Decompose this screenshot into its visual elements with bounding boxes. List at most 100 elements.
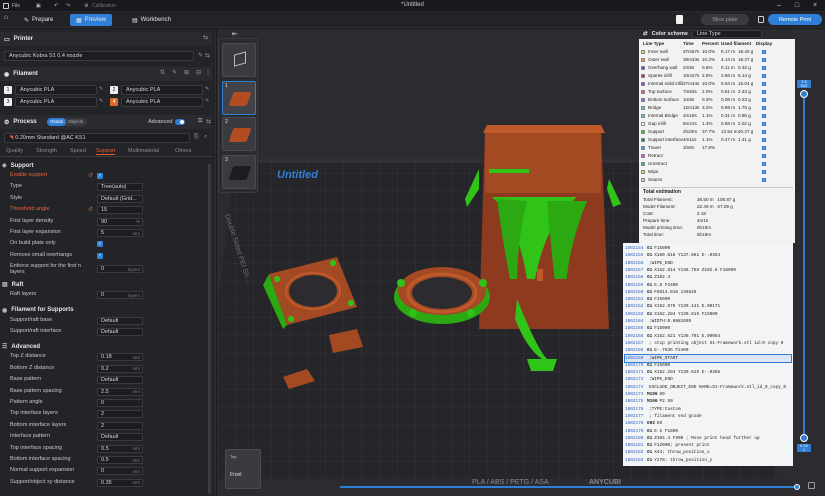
plate-thumb-overview[interactable] [222,43,256,77]
setting-checkbox[interactable]: ✓ [97,241,103,248]
legend-display-toggle[interactable]: ✓ [757,105,771,110]
gcode-viewer[interactable]: 1802154 G1 F15000 1802155 G1 X160.816 Y137.06… [623,243,793,466]
filament-slot-select[interactable]: Anycubic PLA [121,85,203,95]
advanced-toggle[interactable] [175,119,185,125]
setting-input[interactable]: 90% [97,217,143,226]
printer-link-icon[interactable]: ⇆ [205,52,210,59]
legend-display-toggle[interactable]: ✓ [757,97,771,102]
tab-prepare[interactable]: ✎ Prepare [18,14,59,26]
gcode-line[interactable]: 1802165 G1 F15000 [625,325,791,332]
display-checkbox[interactable]: ✓ [762,97,766,102]
gcode-line[interactable]: 1802176 ;TYPE:Custom [625,406,791,413]
view-cube[interactable]: Top Front [225,449,261,489]
plate-collapse-icon[interactable]: ⇤ [232,30,238,38]
layer-slider-top-handle[interactable] [800,90,808,98]
display-checkbox[interactable]: ✓ [762,49,766,54]
legend-display-toggle[interactable]: ✓ [757,169,771,174]
maximize-icon[interactable]: □ [792,1,802,11]
close-icon[interactable]: × [810,1,820,11]
gcode-line[interactable]: 1802179 G1 E-2 F1800 [625,428,791,435]
display-checkbox[interactable]: ✓ [762,113,766,118]
legend-display-toggle[interactable]: ✓ [757,161,771,166]
tab-others[interactable]: Others [175,148,192,154]
gcode-line[interactable]: 1802169 ;WIPE_START [624,353,792,363]
filament-menu-icon[interactable]: ⋮ [205,69,211,76]
tab-support[interactable]: Support [96,148,116,155]
gcode-line[interactable]: 1802180 G1 Z104.4 F900 ; Move print head f… [625,435,791,442]
gcode-line[interactable]: 1802163 G1 X162.284 Y139.615 F15000 [625,311,791,318]
legend-row[interactable]: Inner wall 37m57s 10.0% 6.17 m 18.40 g ✓ [641,48,793,56]
gcode-line[interactable]: 1802154 G1 F15000 [625,245,791,252]
legend-display-toggle[interactable]: ✓ [757,49,771,54]
gcode-line[interactable]: 1802175 M106 P2 S0 [625,398,791,405]
display-checkbox[interactable]: ✓ [762,169,766,174]
move-slider-track[interactable] [340,486,800,488]
gcode-line[interactable]: 1802162 G1 X162.678 Y139.141 E.00171 [625,303,791,310]
gcode-line[interactable]: 1802156 ;WIPE_END [625,260,791,267]
setting-select[interactable]: Default [97,376,143,385]
preset-search-icon[interactable]: ⌕ [204,134,207,141]
gcode-line[interactable]: 1802173 EXCLUDE_OBJECT_END NAME=S1-Framew… [625,384,791,391]
setting-input[interactable]: 0 layers [97,265,143,274]
tab-strength[interactable]: Strength [36,148,57,154]
setting-checkbox[interactable]: ✓ [97,252,103,259]
legend-row[interactable]: Sparse infill 10m27s 2.8% 2.56 m 6.14 g ✓ [641,72,793,80]
gcode-line[interactable]: 1802170 G1 F15000 [625,362,791,369]
legend-display-toggle[interactable]: ✓ [757,145,771,150]
legend-display-toggle[interactable]: ✓ [757,113,771,118]
display-checkbox[interactable]: ✓ [762,121,766,126]
setting-input[interactable]: 0.5 mm [97,444,143,453]
legend-display-toggle[interactable]: ✓ [757,89,771,94]
process-preset-select[interactable]: ◥ 0.20mm Standard @AC KS1 [4,133,190,143]
legend-display-toggle[interactable]: ✓ [757,57,771,62]
display-checkbox[interactable]: ✓ [762,105,766,110]
display-checkbox[interactable]: ✓ [762,153,766,158]
tab-workbench[interactable]: ▤ Workbench [126,14,177,26]
gcode-line[interactable]: 1802181 G1 F12000; present print [625,442,791,449]
minimize-icon[interactable]: – [774,1,784,11]
filament-slot-edit-icon[interactable]: ✎ [99,98,103,104]
layer-slider[interactable]: 7.9 512 0.20 1 [797,80,811,452]
printer-settings-icon[interactable]: ⇆ [203,34,208,41]
legend-row[interactable]: Outer wall 38m33s 10.2% 4.14 m 18.37 g ✓ [641,56,793,64]
legend-row[interactable]: Internal solid infill 37m44s 10.0% 5.04 m 15… [641,80,793,88]
legend-display-toggle[interactable]: ✓ [757,153,771,158]
setting-select[interactable]: 2 [97,410,143,419]
setting-select[interactable]: Default [97,328,143,336]
toggle-objects[interactable]: Objects [66,118,85,126]
legend-row[interactable]: Retract ✓ [641,152,793,160]
filament-slot-select[interactable]: Anycubic PLA [121,97,203,107]
filament-slot-select[interactable]: Anycubic PLA [15,85,97,95]
setting-input[interactable]: 0.2 mm [97,364,143,373]
gcode-line[interactable]: 1802157 G1 X162.814 Y138.758 Z102.8 F18000 [625,267,791,274]
home-icon[interactable]: ⌂ [4,14,8,21]
filament-slot-edit-icon[interactable]: ✎ [99,86,103,92]
tab-multimaterial[interactable]: Multimaterial [128,148,159,154]
display-checkbox[interactable]: ✓ [762,57,766,62]
legend-row[interactable]: Bottom surface 1m8s 0.3% 0.08 m 0.23 g ✓ [641,96,793,104]
display-checkbox[interactable]: ✓ [762,161,766,166]
legend-display-toggle[interactable]: ✓ [757,65,771,70]
legend-display-toggle[interactable]: ✓ [757,177,771,182]
legend-row[interactable]: Bridge 12m13s 3.2% 0.99 m 1.75 g ✓ [641,104,793,112]
setting-select[interactable]: Default [97,316,143,325]
gcode-line[interactable]: 1802177 ; filament end gcode [625,413,791,420]
legend-display-toggle[interactable]: ✓ [757,129,771,134]
filament-edit-icon[interactable]: ✎ [172,69,177,76]
display-checkbox[interactable]: ✓ [762,137,766,142]
global-objects-toggle[interactable]: Global Objects [47,118,87,126]
remote-print-button[interactable]: Remote Print [768,14,822,25]
display-checkbox[interactable]: ✓ [762,81,766,86]
setting-input[interactable]: 0 ° [97,399,143,407]
process-settings-icon[interactable]: ⇆ [206,118,211,125]
tab-quality[interactable]: Quality [6,148,23,154]
display-checkbox[interactable]: ✓ [762,129,766,134]
filament-add-icon[interactable]: ⊞ [184,69,189,76]
legend-row[interactable]: Wipe ✓ [641,168,793,176]
setting-input[interactable]: 5 mm [97,229,143,237]
display-checkbox[interactable]: ✓ [762,177,766,182]
legend-row[interactable]: Internal Bridge 4m18s 1.1% 0.31 m 0.95 g ✓ [641,112,793,120]
setting-checkbox[interactable]: ✓ [97,173,103,179]
gcode-line[interactable]: 1802166 G1 X162.621 Y139.701 E.00084 [625,333,791,340]
legend-row[interactable]: Seams ✓ [641,176,793,184]
